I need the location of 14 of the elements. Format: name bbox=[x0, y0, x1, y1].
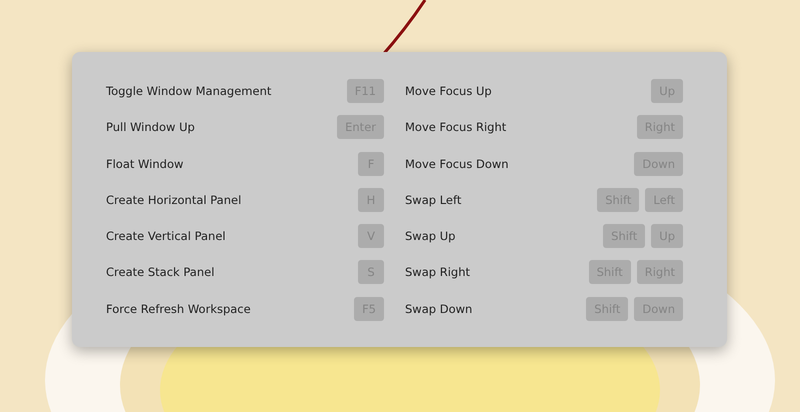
shortcut-label: Create Stack Panel bbox=[106, 265, 214, 280]
shortcut-label: Move Focus Down bbox=[405, 156, 509, 171]
shortcut-label: Swap Left bbox=[405, 192, 462, 207]
shortcut-label: Float Window bbox=[106, 156, 184, 171]
shortcut-label: Pull Window Up bbox=[106, 120, 195, 134]
shortcut-label: Toggle Window Management bbox=[106, 84, 272, 98]
shortcut-label: Create Vertical Panel bbox=[106, 229, 226, 244]
shortcut-label: Move Focus Right bbox=[405, 120, 506, 134]
shortcut-label: Create Horizontal Panel bbox=[106, 192, 242, 207]
shortcut-label: Swap Right bbox=[405, 265, 470, 280]
shortcut-label: Swap Down bbox=[405, 302, 472, 316]
shortcut-label: Swap Up bbox=[405, 229, 456, 244]
shortcut-label: Move Focus Up bbox=[405, 84, 492, 98]
shortcut-label: Force Refresh Workspace bbox=[106, 302, 251, 316]
